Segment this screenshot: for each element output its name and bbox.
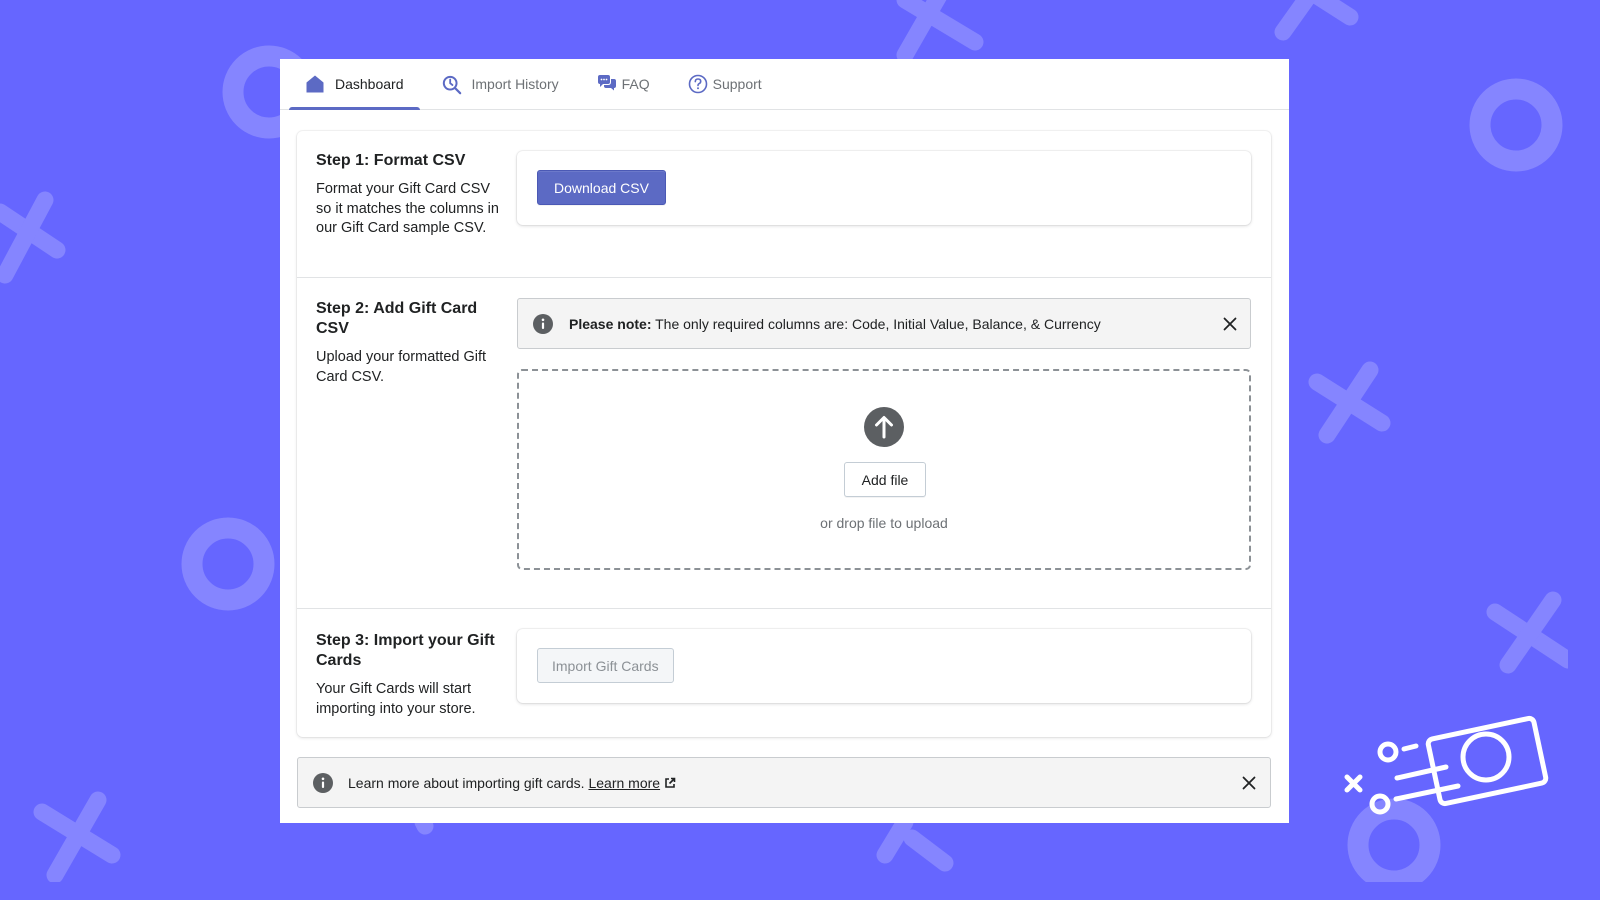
- external-link-icon: [664, 776, 676, 788]
- step-title: Step 2: Add Gift Card CSV: [316, 300, 478, 337]
- deco-circle: [1469, 78, 1563, 172]
- learn-more-banner: Learn more about importing gift cards. L…: [297, 757, 1271, 808]
- step-format-csv: Step 1: Format CSV Format your Gift Card…: [297, 131, 1271, 278]
- step-title: Step 3: Import your Gift Cards: [316, 632, 495, 669]
- import-steps-card: Step 1: Format CSV Format your Gift Card…: [297, 131, 1271, 737]
- learn-more-text: Learn more about importing gift cards.: [348, 774, 589, 791]
- deco-cross: [0, 191, 66, 284]
- deco-cross: [1274, 0, 1359, 41]
- note-text: The only required columns are: Code, Ini…: [651, 315, 1101, 332]
- download-csv-button[interactable]: Download CSV: [537, 170, 666, 205]
- deco-cross: [896, 0, 984, 64]
- chat-bubbles-icon: [597, 74, 617, 94]
- deco-cross: [1486, 591, 1568, 674]
- tab-label: FAQ: [621, 76, 650, 92]
- close-banner-button[interactable]: [1239, 773, 1259, 793]
- required-columns-banner: Please note: The only required columns a…: [517, 298, 1251, 349]
- step-import-cards: Step 3: Import your Gift Cards Your Gift…: [297, 609, 1271, 737]
- file-dropzone[interactable]: Add file or drop file to upload: [517, 369, 1251, 570]
- close-icon: [1223, 317, 1237, 330]
- tab-label: Import History: [471, 76, 559, 92]
- home-icon: [305, 74, 325, 94]
- info-icon: [533, 313, 553, 334]
- tab-faq[interactable]: FAQ: [581, 59, 666, 109]
- gift-card-illustration: [1344, 715, 1549, 815]
- note-label: Please note:: [569, 315, 652, 332]
- deco-cross: [876, 813, 954, 872]
- add-file-button[interactable]: Add file: [844, 462, 926, 497]
- step-action-card: Download CSV: [517, 151, 1251, 225]
- deco-circle: [181, 517, 275, 611]
- deco-cross: [33, 791, 121, 882]
- deco-cross: [1308, 361, 1391, 444]
- tab-label: Support: [712, 76, 762, 92]
- step-description: Format your Gift Card CSV so it matches …: [316, 181, 499, 237]
- tab-bar: Dashboard Import History FAQ Support: [280, 59, 1289, 110]
- learn-more-link[interactable]: Learn more: [588, 775, 660, 791]
- import-gift-cards-button[interactable]: Import Gift Cards: [537, 648, 674, 683]
- step-description: Your Gift Cards will start importing int…: [316, 681, 476, 717]
- close-icon: [1242, 776, 1256, 789]
- info-icon: [313, 772, 333, 793]
- tab-support[interactable]: Support: [672, 59, 778, 109]
- step-add-csv: Step 2: Add Gift Card CSV Upload your fo…: [297, 278, 1271, 609]
- step-title: Step 1: Format CSV: [316, 152, 466, 169]
- search-history-icon: [442, 74, 462, 95]
- step-description: Upload your formatted Gift Card CSV.: [316, 349, 487, 385]
- tab-import-history[interactable]: Import History: [426, 59, 575, 109]
- close-banner-button[interactable]: [1220, 314, 1240, 334]
- drop-hint: or drop file to upload: [820, 515, 948, 531]
- tab-dashboard[interactable]: Dashboard: [289, 59, 420, 110]
- question-circle-icon: [688, 74, 708, 94]
- tab-label: Dashboard: [335, 76, 404, 92]
- deco-circle: [1347, 798, 1441, 882]
- step-action-card: Import Gift Cards: [517, 629, 1251, 703]
- app-window: Dashboard Import History FAQ Support Ste…: [280, 59, 1289, 823]
- upload-arrow-icon: [864, 407, 904, 447]
